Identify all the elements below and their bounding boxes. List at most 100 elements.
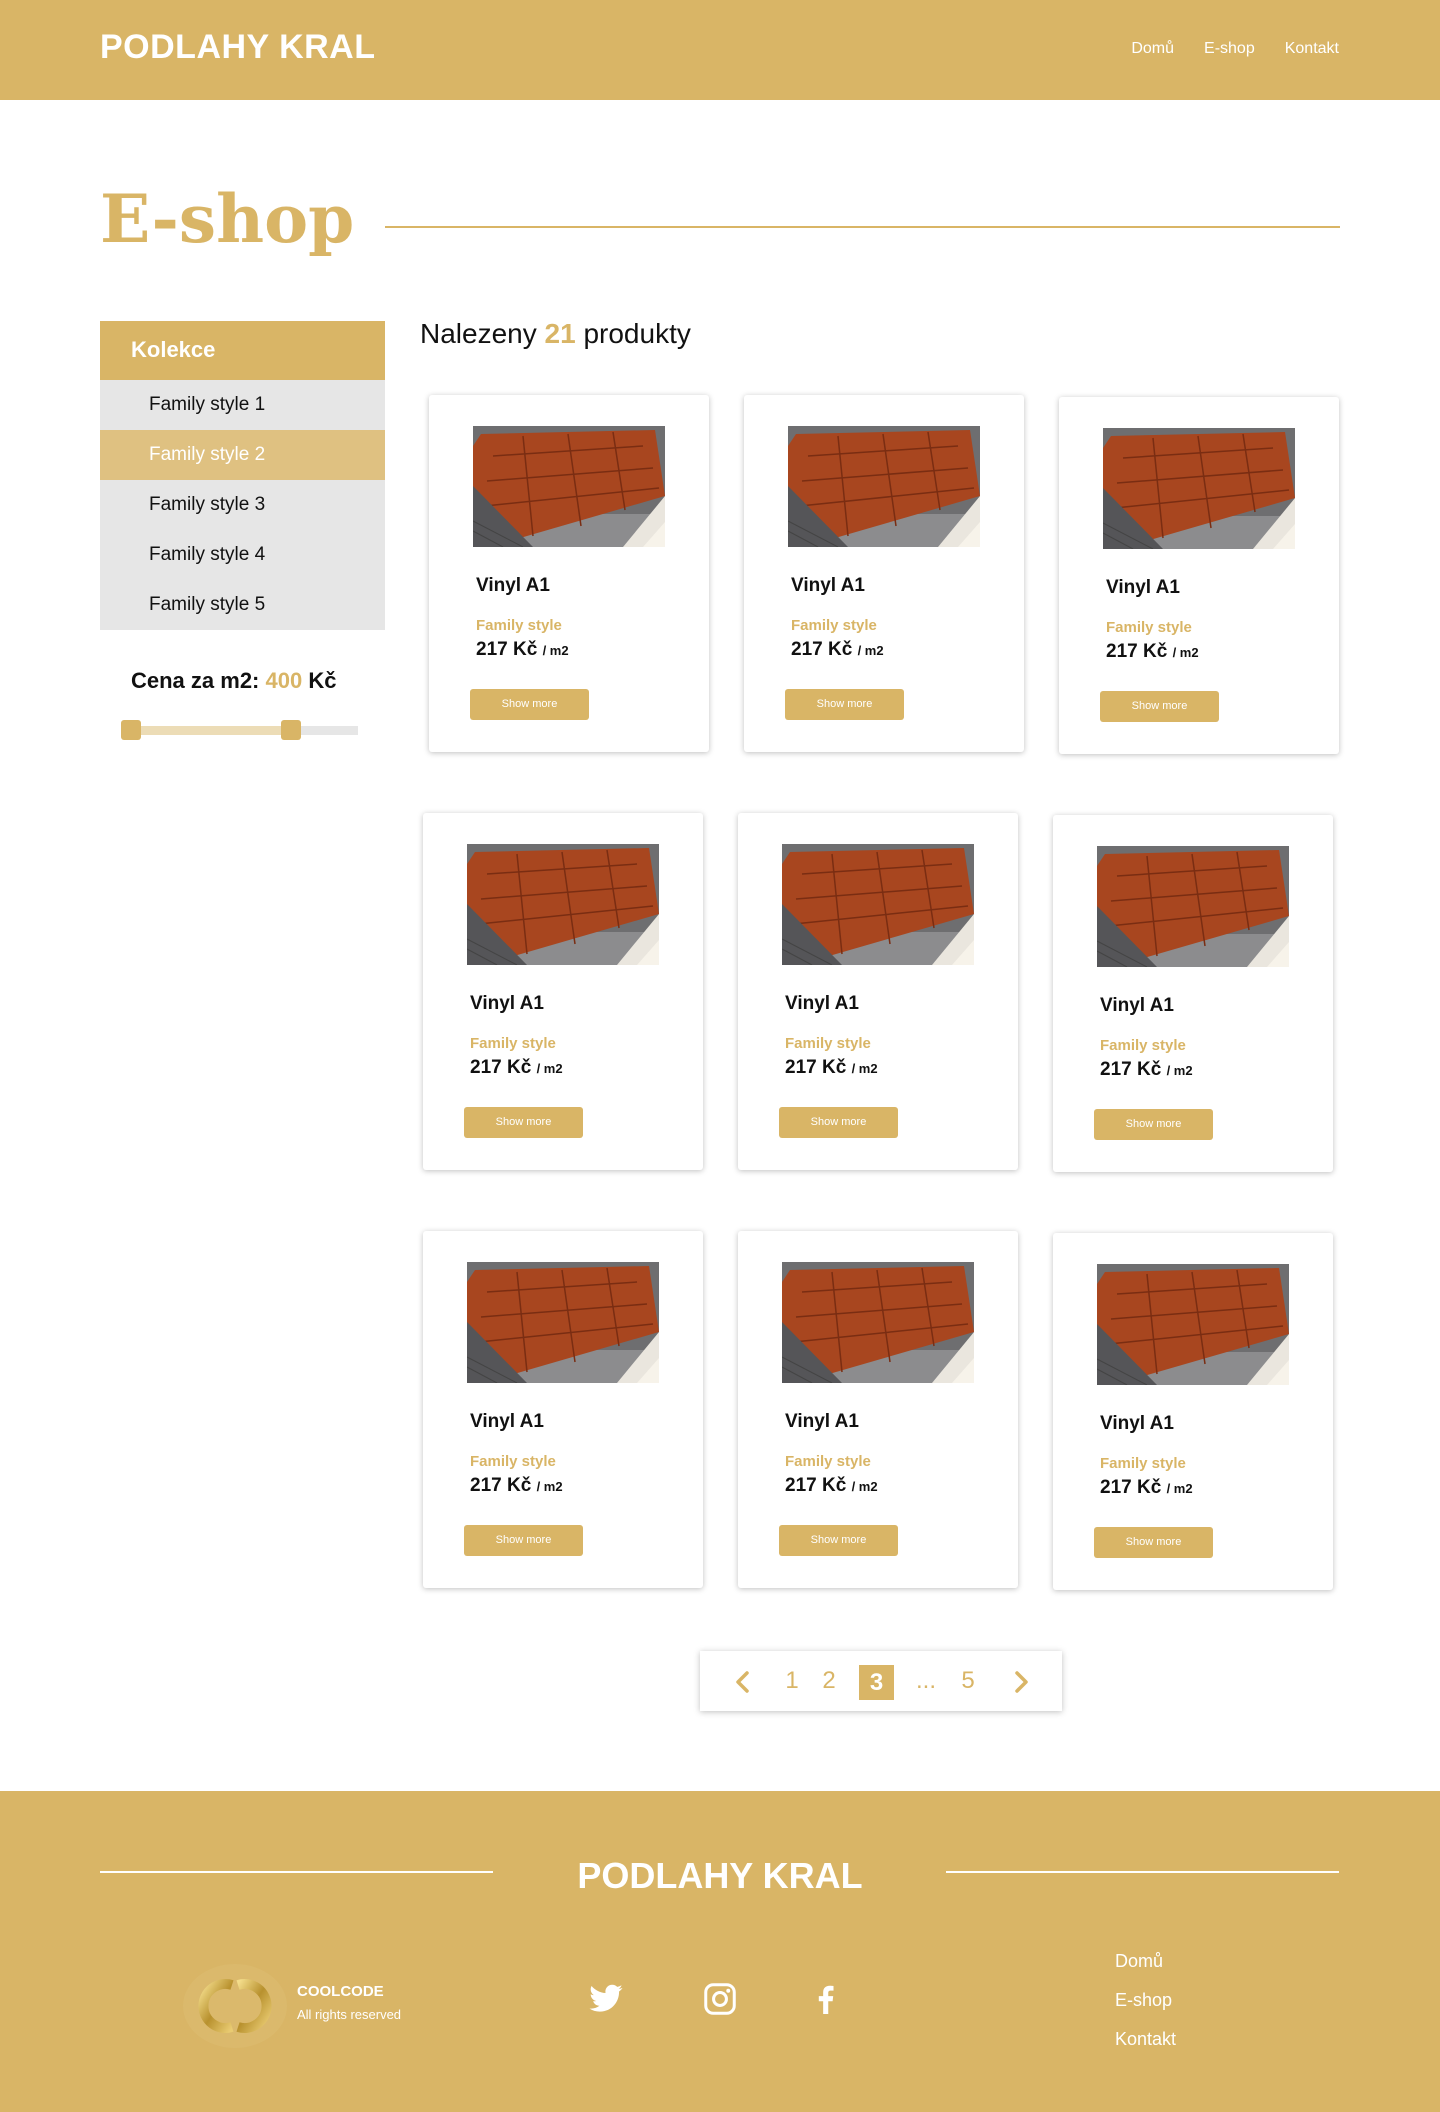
product-image[interactable] [788, 426, 980, 547]
site-logo[interactable]: PODLAHY KRAL [100, 28, 376, 67]
show-more-button[interactable]: Show more [1094, 1109, 1213, 1140]
product-name: Vinyl A1 [470, 1411, 544, 1432]
price-amount: 217 Kč [1100, 1477, 1162, 1498]
price-unit: / m2 [857, 643, 884, 658]
product-price: 217 Kč / m2 [470, 1057, 563, 1079]
product-collection: Family style [1106, 619, 1192, 636]
product-card[interactable]: Vinyl A1 Family style 217 Kč / m2 Show more [423, 813, 703, 1170]
product-price: 217 Kč / m2 [785, 1475, 878, 1497]
results-prefix: Nalezeny [420, 318, 537, 349]
page-2-link[interactable]: 2 [817, 1651, 841, 1711]
footer-contact-link[interactable]: Kontakt [1115, 2029, 1176, 2068]
page-3-current[interactable]: 3 [859, 1665, 894, 1700]
product-price: 217 Kč / m2 [476, 639, 569, 661]
twitter-icon[interactable] [588, 1981, 624, 2017]
instagram-icon[interactable] [702, 1981, 738, 2017]
product-collection: Family style [785, 1035, 871, 1052]
sidebar-item-family-style-4[interactable]: Family style 4 [100, 530, 385, 580]
show-more-button[interactable]: Show more [1094, 1527, 1213, 1558]
product-name: Vinyl A1 [470, 993, 544, 1014]
price-amount: 217 Kč [785, 1057, 847, 1078]
price-unit: / m2 [542, 643, 569, 658]
product-image[interactable] [1097, 846, 1289, 967]
slider-min-handle[interactable] [121, 720, 141, 740]
product-image[interactable] [1097, 1264, 1289, 1385]
price-unit: / m2 [536, 1479, 563, 1494]
product-card[interactable]: Vinyl A1 Family style 217 Kč / m2 Show more [738, 1231, 1018, 1588]
product-image[interactable] [1103, 428, 1295, 549]
product-card[interactable]: Vinyl A1 Family style 217 Kč / m2 Show more [1053, 815, 1333, 1172]
show-more-button[interactable]: Show more [785, 689, 904, 720]
product-card[interactable]: Vinyl A1 Family style 217 Kč / m2 Show more [423, 1231, 703, 1588]
product-price: 217 Kč / m2 [785, 1057, 878, 1079]
footer-rights: All rights reserved [297, 2007, 402, 2022]
price-slider[interactable] [121, 720, 358, 740]
sidebar-item-family-style-1[interactable]: Family style 1 [100, 380, 385, 430]
product-image[interactable] [467, 1262, 659, 1383]
price-amount: 217 Kč [476, 639, 538, 660]
product-card[interactable]: Vinyl A1 Family style 217 Kč / m2 Show more [744, 395, 1024, 752]
facebook-icon[interactable] [808, 1981, 844, 2017]
footer-eshop-link[interactable]: E-shop [1115, 1990, 1176, 2029]
price-currency: Kč [308, 668, 337, 693]
nav-eshop-link[interactable]: E-shop [1204, 40, 1255, 58]
product-name: Vinyl A1 [791, 575, 865, 596]
show-more-button[interactable]: Show more [779, 1107, 898, 1138]
nav-contact-link[interactable]: Kontakt [1285, 40, 1339, 58]
price-amount: 217 Kč [791, 639, 853, 660]
price-unit: / m2 [536, 1061, 563, 1076]
main-nav: Domů E-shop Kontakt [1131, 40, 1339, 58]
footer-title: PODLAHY KRAL [577, 1855, 863, 1896]
page-1-link[interactable]: 1 [780, 1651, 804, 1711]
product-collection: Family style [791, 617, 877, 634]
product-card[interactable]: Vinyl A1 Family style 217 Kč / m2 Show more [1053, 1233, 1333, 1590]
sidebar-heading: Kolekce [100, 321, 385, 380]
product-price: 217 Kč / m2 [791, 639, 884, 661]
price-unit: / m2 [851, 1479, 878, 1494]
sidebar-list: Family style 1 Family style 2 Family sty… [100, 380, 385, 630]
next-page-icon[interactable] [1006, 1651, 1036, 1711]
product-price: 217 Kč / m2 [1100, 1059, 1193, 1081]
product-price: 217 Kč / m2 [1100, 1477, 1193, 1499]
site-footer: PODLAHY KRAL COOLCODE All rights reserve… [0, 1791, 1440, 2112]
nav-home-link[interactable]: Domů [1131, 40, 1174, 58]
show-more-button[interactable]: Show more [464, 1107, 583, 1138]
product-name: Vinyl A1 [476, 575, 550, 596]
product-card[interactable]: Vinyl A1 Family style 217 Kč / m2 Show more [429, 395, 709, 752]
product-price: 217 Kč / m2 [470, 1475, 563, 1497]
product-image[interactable] [782, 844, 974, 965]
show-more-button[interactable]: Show more [779, 1525, 898, 1556]
price-amount: 217 Kč [1106, 641, 1168, 662]
show-more-button[interactable]: Show more [470, 689, 589, 720]
product-collection: Family style [476, 617, 562, 634]
prev-page-icon[interactable] [728, 1651, 758, 1711]
product-card[interactable]: Vinyl A1 Family style 217 Kč / m2 Show more [738, 813, 1018, 1170]
results-number: 21 [544, 318, 576, 349]
price-amount: 217 Kč [470, 1057, 532, 1078]
product-name: Vinyl A1 [1106, 577, 1180, 598]
footer-brand: COOLCODE [297, 1983, 384, 2000]
product-image[interactable] [782, 1262, 974, 1383]
product-image[interactable] [467, 844, 659, 965]
product-name: Vinyl A1 [1100, 995, 1174, 1016]
sidebar-item-family-style-3[interactable]: Family style 3 [100, 480, 385, 530]
title-divider [385, 226, 1340, 228]
sidebar-item-family-style-5[interactable]: Family style 5 [100, 580, 385, 630]
price-unit: / m2 [1172, 645, 1199, 660]
page-5-link[interactable]: 5 [956, 1651, 980, 1711]
coolcode-logo-icon [180, 1961, 290, 2051]
slider-max-handle[interactable] [281, 720, 301, 740]
show-more-button[interactable]: Show more [1100, 691, 1219, 722]
product-collection: Family style [785, 1453, 871, 1470]
results-suffix: produkty [583, 318, 691, 349]
price-unit: / m2 [1166, 1481, 1193, 1496]
product-image[interactable] [473, 426, 665, 547]
show-more-button[interactable]: Show more [464, 1525, 583, 1556]
footer-home-link[interactable]: Domů [1115, 1951, 1176, 1990]
sidebar-item-family-style-2[interactable]: Family style 2 [100, 430, 385, 480]
collection-sidebar: Kolekce Family style 1 Family style 2 Fa… [100, 321, 385, 630]
product-card[interactable]: Vinyl A1 Family style 217 Kč / m2 Show more [1059, 397, 1339, 754]
product-price: 217 Kč / m2 [1106, 641, 1199, 663]
product-collection: Family style [1100, 1037, 1186, 1054]
price-amount: 217 Kč [470, 1475, 532, 1496]
